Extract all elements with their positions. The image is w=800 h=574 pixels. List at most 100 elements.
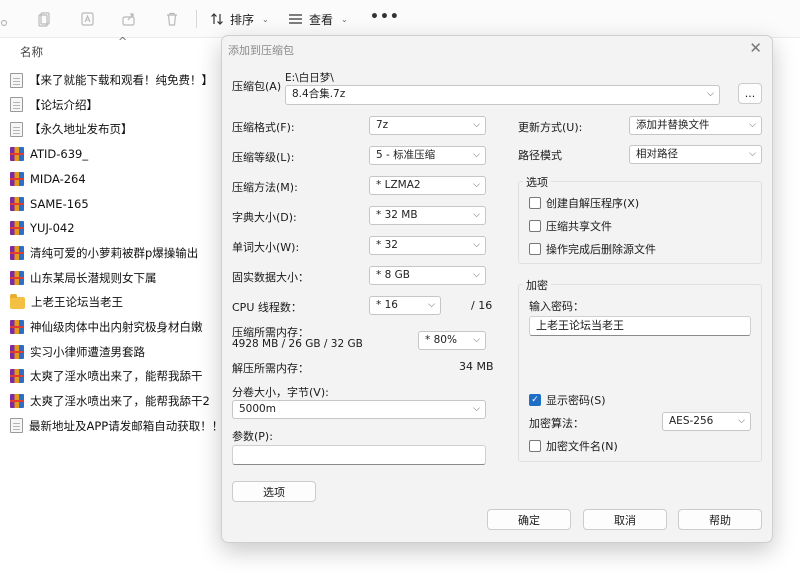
- column-header-name[interactable]: 名称: [20, 44, 43, 60]
- enc-method-value: AES-256: [669, 415, 714, 427]
- threads-total: / 16: [471, 299, 493, 312]
- sort-label: 排序: [230, 12, 255, 27]
- list-item[interactable]: YUJ-042: [10, 217, 75, 239]
- browse-button[interactable]: ...: [738, 83, 762, 104]
- format-select[interactable]: 7z ⌵: [369, 116, 486, 135]
- level-value: 5 - 标准压缩: [376, 149, 436, 161]
- method-value: * LZMA2: [376, 179, 421, 191]
- archive-name-combo[interactable]: 8.4合集.7z ⌵: [285, 85, 720, 105]
- document-icon: [10, 97, 23, 113]
- delete-icon[interactable]: [164, 10, 180, 27]
- folder-icon: [10, 294, 25, 310]
- view-button[interactable]: 查看 ⌄: [288, 9, 348, 29]
- list-item[interactable]: 神仙级肉体中出内射究极身材白嫩: [10, 316, 203, 338]
- file-name: 最新地址及APP请发邮箱自动获取！！！: [29, 418, 235, 433]
- toolbar-divider: [196, 10, 197, 28]
- word-value: * 32: [376, 239, 398, 251]
- list-item[interactable]: 山东某局长潜规则女下属: [10, 267, 157, 289]
- list-item[interactable]: 【来了就能下载和观看！纯免费！】: [10, 69, 213, 91]
- delete-after-checkbox[interactable]: 操作完成后删除源文件: [529, 241, 656, 257]
- format-label: 压缩格式(F):: [232, 121, 295, 134]
- show-password-checkbox[interactable]: ✓ 显示密码(S): [529, 392, 606, 408]
- chevron-down-icon: ⌵: [473, 120, 480, 130]
- cut-icon[interactable]: [0, 10, 16, 27]
- enc-method-select[interactable]: AES-256 ⌵: [662, 412, 751, 431]
- chevron-down-icon: ⌵: [738, 416, 745, 426]
- document-icon: [10, 72, 23, 88]
- chevron-down-icon: ⌵: [473, 210, 480, 220]
- checkbox-box: [529, 440, 541, 452]
- list-item[interactable]: MIDA-264: [10, 168, 86, 190]
- options-group-title: 选项: [523, 174, 551, 190]
- list-item[interactable]: 太爽了淫水喷出来了，能帮我舔干: [10, 365, 203, 387]
- method-select[interactable]: * LZMA2 ⌵: [369, 176, 486, 195]
- rar-archive-icon: [10, 320, 24, 334]
- sort-button[interactable]: 排序 ⌄: [210, 9, 269, 29]
- file-name: 【来了就能下载和观看！纯免费！】: [29, 73, 213, 87]
- list-item[interactable]: 【论坛介绍】: [10, 94, 98, 116]
- mem-percent-select[interactable]: * 80% ⌵: [418, 331, 486, 350]
- cancel-button[interactable]: 取消: [583, 509, 667, 530]
- rar-archive-icon: [10, 196, 24, 211]
- encrypt-names-label: 加密文件名(N): [546, 440, 618, 453]
- chevron-down-icon: ⌄: [341, 14, 348, 24]
- mem-decomp-label: 解压所需内存：: [232, 362, 309, 375]
- chevron-down-icon: ⌵: [473, 335, 480, 345]
- show-password-label: 显示密码(S): [546, 394, 606, 407]
- split-select[interactable]: 5000m ⌵: [232, 400, 486, 419]
- checkmark-icon: ✓: [529, 394, 541, 406]
- update-select[interactable]: 添加并替换文件 ⌵: [629, 116, 762, 135]
- encrypt-names-checkbox[interactable]: 加密文件名(N): [529, 438, 618, 454]
- list-item[interactable]: 最新地址及APP请发邮箱自动获取！！！: [10, 415, 235, 437]
- rar-archive-icon: [10, 171, 24, 186]
- word-select[interactable]: * 32 ⌵: [369, 236, 486, 255]
- view-label: 查看: [309, 12, 334, 27]
- file-name: 实习小律师遭渣男套路: [30, 344, 145, 359]
- copy-icon[interactable]: [37, 10, 53, 27]
- file-name: 【论坛介绍】: [29, 97, 98, 112]
- list-item[interactable]: 清纯可爱的小萝莉被群p爆操输出: [10, 242, 198, 264]
- dict-select[interactable]: * 32 MB ⌵: [369, 206, 486, 225]
- level-label: 压缩等级(L):: [232, 151, 295, 164]
- rar-archive-icon: [10, 394, 24, 409]
- mem-decomp-value: 34 MB: [459, 360, 494, 373]
- file-name: 上老王论坛当老王: [31, 295, 123, 310]
- password-label: 输入密码：: [529, 300, 584, 313]
- list-item[interactable]: ATID-639_: [10, 143, 88, 165]
- chevron-down-icon: ⌵: [428, 300, 435, 310]
- pathmode-label: 路径模式: [518, 149, 562, 162]
- more-options-button[interactable]: •••: [370, 9, 400, 25]
- pathmode-value: 相对路径: [636, 148, 678, 160]
- level-select[interactable]: 5 - 标准压缩 ⌵: [369, 146, 486, 165]
- shared-checkbox[interactable]: 压缩共享文件: [529, 218, 612, 234]
- share-icon[interactable]: [121, 10, 137, 27]
- list-item[interactable]: 上老王论坛当老王: [10, 291, 123, 313]
- solid-label: 固实数据大小：: [232, 271, 309, 284]
- rar-archive-icon: [10, 369, 24, 384]
- file-name: 【永久地址发布页】: [29, 122, 133, 137]
- chevron-down-icon: ⌵: [473, 404, 480, 414]
- sfx-checkbox[interactable]: 创建自解压程序(X): [529, 195, 639, 211]
- pathmode-select[interactable]: 相对路径 ⌵: [629, 145, 762, 164]
- password-input[interactable]: 上老王论坛当老王: [529, 316, 751, 336]
- enc-method-label: 加密算法：: [529, 417, 584, 430]
- archive-label: 压缩包(A): [232, 80, 282, 93]
- solid-select[interactable]: * 8 GB ⌵: [369, 266, 486, 285]
- list-item[interactable]: 实习小律师遭渣男套路: [10, 341, 145, 363]
- list-item[interactable]: 太爽了淫水喷出来了，能帮我舔干2: [10, 390, 210, 412]
- close-icon[interactable]: ✕: [749, 39, 762, 57]
- list-item[interactable]: SAME-165: [10, 193, 89, 215]
- options-button[interactable]: 选项: [232, 481, 316, 502]
- params-input[interactable]: [232, 445, 486, 465]
- file-name: YUJ-042: [30, 221, 75, 236]
- help-button[interactable]: 帮助: [678, 509, 762, 530]
- rar-archive-icon: [10, 344, 24, 359]
- file-name: 神仙级肉体中出内射究极身材白嫩: [30, 320, 203, 334]
- ok-button[interactable]: 确定: [487, 509, 571, 530]
- rename-icon[interactable]: [80, 10, 96, 27]
- threads-label: CPU 线程数：: [232, 301, 302, 314]
- threads-select[interactable]: * 16 ⌵: [369, 296, 441, 315]
- rar-archive-icon: [10, 221, 24, 236]
- list-item[interactable]: 【永久地址发布页】: [10, 118, 133, 140]
- add-to-archive-dialog: 添加到压缩包 ✕ 压缩包(A) E:\白日梦\ 8.4合集.7z ⌵ ... 压…: [221, 35, 773, 543]
